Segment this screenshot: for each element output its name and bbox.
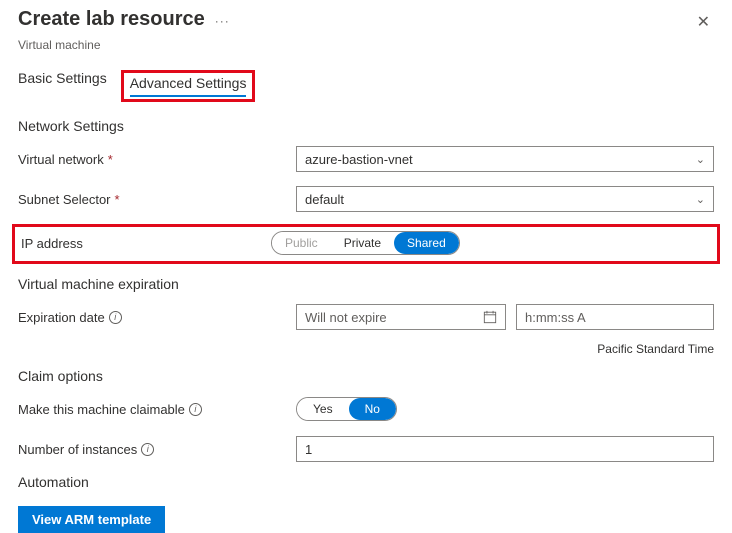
view-arm-template-button[interactable]: View ARM template [18,506,165,533]
expiration-date-label: Expiration date i [18,310,296,325]
highlight-advanced-tab: Advanced Settings [121,70,256,102]
instances-label: Number of instances i [18,442,296,457]
ip-option-public[interactable]: Public [272,232,331,254]
vnet-label: Virtual network * [18,152,296,167]
chevron-down-icon: ⌄ [696,153,705,166]
tab-basic-settings[interactable]: Basic Settings [18,70,107,102]
instances-input[interactable]: 1 [296,436,714,462]
subnet-label: Subnet Selector * [18,192,296,207]
vnet-select[interactable]: azure-bastion-vnet ⌄ [296,146,714,172]
time-placeholder: h:mm:ss A [525,310,586,325]
timezone-text: Pacific Standard Time [18,342,714,356]
chevron-down-icon: ⌄ [696,193,705,206]
section-automation: Automation [18,474,714,490]
calendar-icon [483,310,497,324]
info-icon[interactable]: i [109,311,122,324]
info-icon[interactable]: i [141,443,154,456]
ip-option-shared[interactable]: Shared [394,232,459,254]
claimable-yes[interactable]: Yes [297,398,349,420]
vnet-value: azure-bastion-vnet [305,152,413,167]
section-network: Network Settings [18,118,714,134]
page-subtitle: Virtual machine [18,38,714,52]
expiration-date-input[interactable]: Will not expire [296,304,506,330]
section-expiration: Virtual machine expiration [18,276,714,292]
tab-bar: Basic Settings Advanced Settings [18,70,714,102]
ip-label: IP address [21,236,271,251]
section-claim: Claim options [18,368,714,384]
page-title: Create lab resource [18,8,205,31]
tab-advanced-settings[interactable]: Advanced Settings [130,75,247,97]
subnet-value: default [305,192,344,207]
more-menu[interactable]: ··· [215,14,230,28]
date-placeholder: Will not expire [305,310,387,325]
highlight-ip-row: IP address Public Private Shared [12,224,720,264]
claimable-toggle: Yes No [296,397,397,421]
subnet-select[interactable]: default ⌄ [296,186,714,212]
instances-value: 1 [305,442,312,457]
ip-option-private[interactable]: Private [331,232,394,254]
claimable-label: Make this machine claimable i [18,402,296,417]
expiration-time-input[interactable]: h:mm:ss A [516,304,714,330]
ip-segmented: Public Private Shared [271,231,460,255]
close-button[interactable]: ✕ [693,8,714,36]
info-icon[interactable]: i [189,403,202,416]
claimable-no[interactable]: No [349,398,396,420]
